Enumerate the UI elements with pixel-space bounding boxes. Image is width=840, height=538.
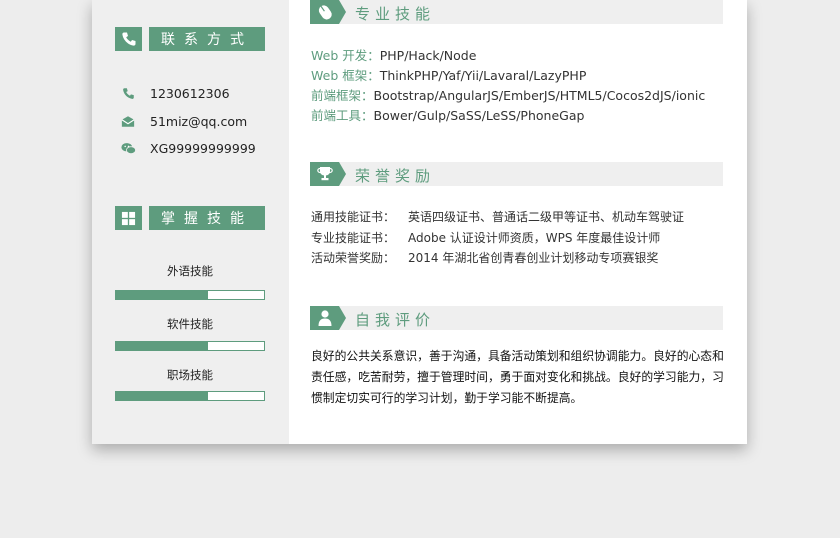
honors-header: 荣誉奖励	[310, 162, 723, 186]
honor-value: Adobe 认证设计师资质，WPS 年度最佳设计师	[408, 231, 661, 245]
skill-bar-fill	[116, 342, 208, 350]
skill-bar-software	[115, 341, 265, 351]
honor-value: 2014 年湖北省创青春创业计划移动专项赛银奖	[408, 251, 659, 265]
sidebar: 联系方式 1230612306 51miz@qq.com XG999999999…	[92, 0, 289, 444]
honor-line: 专业技能证书： Adobe 认证设计师资质，WPS 年度最佳设计师	[311, 229, 660, 246]
skill-key: Web 框架：	[311, 68, 380, 83]
evaluation-header: 自我评价	[310, 306, 723, 330]
phone-icon	[115, 27, 142, 51]
contact-title: 联系方式	[149, 27, 265, 51]
honor-line: 活动荣誉奖励： 2014 年湖北省创青春创业计划移动专项赛银奖	[311, 249, 658, 266]
skill-value: ThinkPHP/Yaf/Yii/Lavaral/LazyPHP	[379, 68, 587, 83]
mouse-icon	[310, 0, 346, 24]
wechat-icon	[120, 140, 136, 156]
skill-line: Web 开发：PHP/Hack/Node	[311, 45, 476, 64]
phone-number: 1230612306	[150, 85, 230, 101]
person-icon	[310, 306, 346, 330]
evaluation-title: 自我评价	[355, 311, 436, 329]
skill-value: Bower/Gulp/SaSS/LeSS/PhoneGap	[373, 108, 585, 123]
evaluation-text: 良好的公共关系意识，善于沟通，具备活动策划和组织协调能力。良好的心态和责任感，吃…	[311, 349, 724, 405]
skill-line: Web 框架：ThinkPHP/Yaf/Yii/Lavaral/LazyPHP	[311, 65, 586, 84]
skill-key: Web 开发：	[311, 48, 380, 63]
contact-phone: 1230612306	[120, 84, 230, 102]
honor-key: 通用技能证书：	[311, 210, 396, 224]
honor-line: 通用技能证书： 英语四级证书、普通话二级甲等证书、机动车驾驶证	[311, 208, 684, 225]
email-address: 51miz@qq.com	[150, 113, 248, 129]
professional-title: 专业技能	[355, 5, 436, 23]
skill-bar-workplace	[115, 391, 265, 401]
skill-bar-language	[115, 290, 265, 300]
skill-line: 前端工具：Bower/Gulp/SaSS/LeSS/PhoneGap	[311, 105, 584, 124]
skill-label-workplace: 职场技能	[167, 368, 213, 382]
honors-title: 荣誉奖励	[355, 167, 436, 185]
skill-value: Bootstrap/AngularJS/EmberJS/HTML5/Cocos2…	[373, 88, 706, 103]
skill-label-software: 软件技能	[167, 317, 213, 331]
contact-email: 51miz@qq.com	[120, 112, 247, 130]
skills-header: 掌握技能	[115, 206, 265, 230]
skill-key: 前端框架：	[311, 88, 374, 103]
skill-line: 前端框架：Bootstrap/AngularJS/EmberJS/HTML5/C…	[311, 85, 705, 104]
honor-key: 专业技能证书：	[311, 231, 396, 245]
windows-icon	[115, 206, 142, 230]
contact-header: 联系方式	[115, 27, 265, 51]
skill-bar-fill	[116, 291, 208, 299]
wechat-id: XG99999999999	[150, 140, 256, 156]
phone-icon	[120, 85, 136, 101]
professional-header: 专业技能	[310, 0, 723, 24]
skill-value: PHP/Hack/Node	[379, 48, 477, 63]
trophy-icon	[310, 162, 346, 186]
resume-page: 联系方式 1230612306 51miz@qq.com XG999999999…	[92, 0, 747, 444]
skill-bar-fill	[116, 392, 208, 400]
skill-key: 前端工具：	[311, 108, 374, 123]
contact-wechat: XG99999999999	[120, 139, 256, 157]
mail-icon	[120, 113, 136, 129]
honor-value: 英语四级证书、普通话二级甲等证书、机动车驾驶证	[408, 210, 685, 224]
skills-title: 掌握技能	[149, 206, 265, 230]
skill-label-language: 外语技能	[167, 264, 213, 278]
honor-key: 活动荣誉奖励：	[311, 251, 396, 265]
